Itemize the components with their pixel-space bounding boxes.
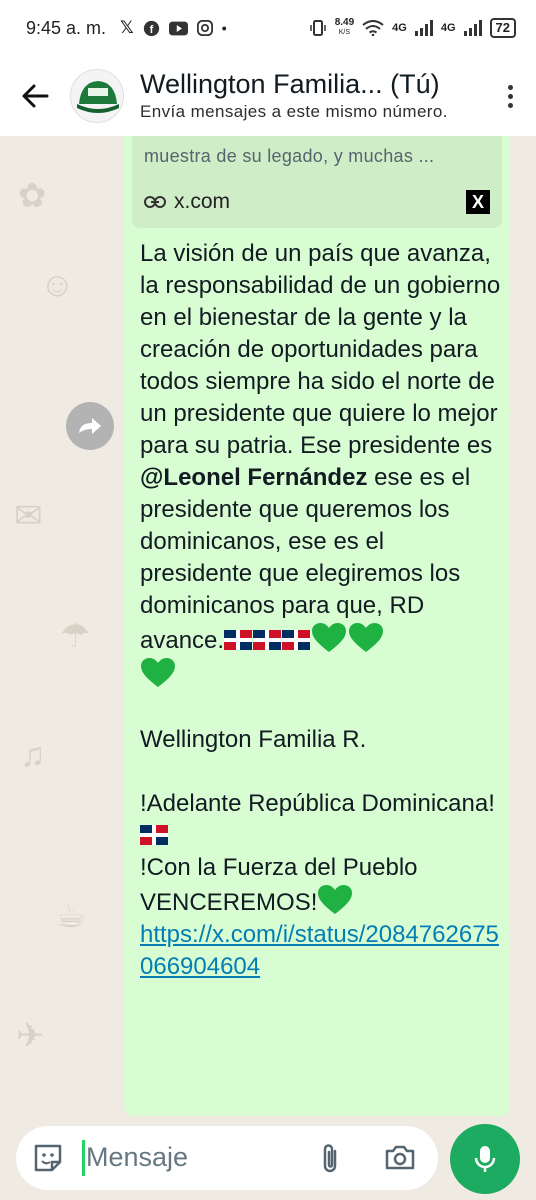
- status-time: 9:45 a. m.: [26, 17, 107, 38]
- wallpaper-doodle: ✿: [18, 177, 47, 215]
- chat-header: Wellington Familia... (Tú) Envía mensaje…: [0, 56, 536, 136]
- message-slogan-2: !Con la Fuerza del Pueblo VENCEREMOS!: [140, 852, 502, 919]
- wallpaper-doodle: ☺: [40, 266, 75, 304]
- message-input[interactable]: Mensaje: [16, 1126, 438, 1190]
- dominican-flag-icon: [253, 630, 282, 650]
- more-options-button[interactable]: [484, 56, 536, 136]
- attach-icon[interactable]: [316, 1142, 344, 1176]
- chat-subtitle: Envía mensajes a este mismo número.: [140, 102, 448, 121]
- link-icon: [144, 196, 166, 208]
- camera-icon[interactable]: [384, 1143, 416, 1171]
- dominican-flag-icon: [140, 825, 168, 845]
- message-paragraph: La visión de un país que avanza, la resp…: [140, 238, 502, 692]
- link-preview-domain-row: x.com: [144, 190, 230, 214]
- text-cursor: [82, 1140, 85, 1176]
- wallpaper-doodle: ✉: [14, 497, 43, 535]
- wallpaper-doodle: ☂: [60, 617, 91, 655]
- facebook-icon: f: [143, 20, 159, 36]
- message-body-end: ese es el presidente que queremos los do…: [140, 464, 471, 654]
- green-heart-icon: [141, 658, 175, 687]
- signal-icon-2: [463, 20, 482, 36]
- wallpaper-doodle: ♫: [20, 736, 46, 774]
- notification-dot: •: [221, 20, 227, 36]
- network-speed-value: 8.49: [334, 17, 355, 28]
- link-preview-description: muestra de su legado, y muchas ...: [144, 146, 435, 166]
- network-1-label: 4G: [392, 22, 407, 34]
- message-signature: Wellington Familia R.: [140, 726, 367, 753]
- wallpaper-doodle: ✈: [16, 1017, 45, 1055]
- network-speed: 8.49 K/S: [335, 18, 354, 38]
- back-arrow-icon: [22, 84, 49, 108]
- network-2-label: 4G: [440, 22, 456, 34]
- signal-icon: [414, 20, 433, 36]
- status-bar: 9:45 a. m. 𝕏 f • 8.49 K/S 4G 4G 72: [0, 0, 536, 56]
- x-logo-icon: X: [466, 190, 490, 214]
- dominican-flag-icon: [282, 630, 311, 650]
- more-vert-icon: [507, 84, 513, 90]
- sticker-icon[interactable]: [32, 1142, 64, 1174]
- status-right: 8.49 K/S 4G 4G 72: [309, 18, 516, 38]
- battery-icon: 72: [489, 18, 516, 38]
- chat-title-area[interactable]: Wellington Familia... (Tú) Envía mensaje…: [140, 68, 484, 124]
- instagram-icon: [196, 20, 213, 36]
- mention-link[interactable]: @Leonel Fernández: [140, 464, 367, 491]
- network-speed-unit: K/S: [338, 29, 351, 36]
- wallpaper-doodle: ☕: [56, 897, 87, 935]
- notification-icons: 𝕏 f •: [120, 18, 227, 38]
- x-icon: 𝕏: [120, 18, 134, 37]
- message-bubble[interactable]: muestra de su legado, y muchas ... x.com…: [124, 136, 510, 1116]
- forward-button[interactable]: [66, 402, 114, 450]
- message-slogan-1: !Adelante República Dominicana!: [140, 788, 502, 852]
- voice-message-button[interactable]: [450, 1124, 520, 1194]
- input-bar: Mensaje: [0, 1116, 536, 1200]
- message-body-start: La visión de un país que avanza, la resp…: [140, 240, 501, 459]
- green-heart-icon: [312, 623, 347, 652]
- svg-text:f: f: [149, 23, 153, 35]
- avatar[interactable]: [70, 69, 124, 123]
- vibrate-icon: [309, 20, 326, 36]
- message-placeholder: Mensaje: [86, 1142, 189, 1172]
- green-heart-icon: [349, 623, 384, 652]
- slogan-1-text: !Adelante República Dominicana!: [140, 790, 495, 817]
- green-heart-icon: [318, 885, 353, 914]
- dominican-flag-icon: [224, 630, 253, 650]
- youtube-icon: [168, 21, 188, 35]
- link-preview-domain: x.com: [174, 190, 231, 213]
- back-button[interactable]: [0, 56, 70, 136]
- status-url-link[interactable]: https://x.com/i/status/20847626750669046…: [140, 921, 499, 980]
- message-text: La visión de un país que avanza, la resp…: [140, 238, 502, 983]
- cap-image: [71, 70, 123, 122]
- wifi-icon: [362, 20, 384, 36]
- forward-icon: [79, 418, 101, 434]
- slogan-2-text: !Con la Fuerza del Pueblo VENCEREMOS!: [140, 854, 418, 916]
- microphone-icon: [474, 1146, 496, 1172]
- link-preview[interactable]: muestra de su legado, y muchas ... x.com…: [132, 136, 502, 228]
- chat-area[interactable]: ✿ ☺ ✉ ☂ ♫ ☕ ✈ muestra de su legado, y mu…: [0, 136, 536, 1116]
- chat-title: Wellington Familia... (Tú): [140, 69, 440, 99]
